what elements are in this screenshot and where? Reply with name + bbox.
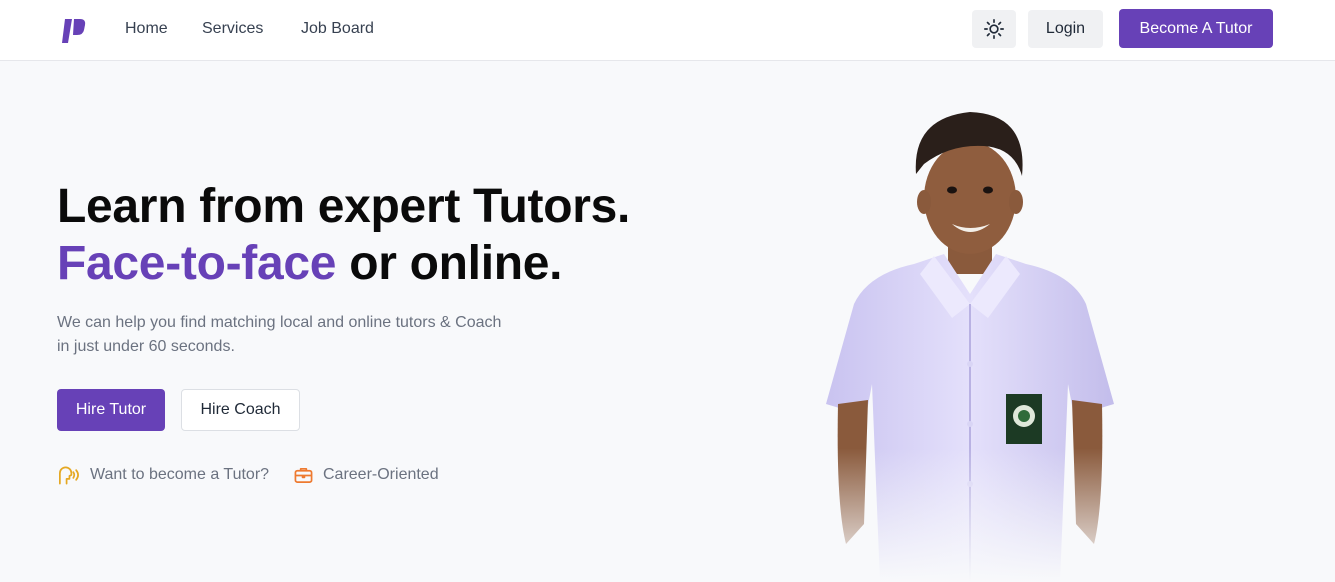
hire-tutor-button[interactable]: Hire Tutor [57, 389, 165, 431]
feature-career-oriented[interactable]: Career-Oriented [294, 464, 439, 486]
hero-title: Learn from expert Tutors. Face-to-face o… [57, 178, 630, 292]
theme-toggle-button[interactable] [972, 10, 1016, 48]
hero-title-line1: Learn from expert Tutors. [57, 180, 631, 233]
nav-link-home[interactable]: Home [125, 19, 168, 39]
student-photo [824, 104, 1116, 582]
brand-logo-icon[interactable] [60, 16, 86, 44]
hire-coach-button[interactable]: Hire Coach [181, 389, 300, 431]
nav-link-services[interactable]: Services [202, 19, 263, 39]
feature-label: Want to become a Tutor? [90, 466, 270, 483]
speaking-person-icon [59, 466, 79, 485]
hero-title-accent: Face-to-face [57, 237, 337, 290]
become-tutor-button[interactable]: Become A Tutor [1119, 9, 1273, 48]
feature-label: Career-Oriented [323, 466, 439, 483]
sun-icon [984, 19, 1004, 39]
feature-become-tutor[interactable]: Want to become a Tutor? [57, 464, 269, 486]
nav-link-job-board[interactable]: Job Board [301, 19, 374, 39]
briefcase-icon [294, 467, 313, 483]
login-button[interactable]: Login [1028, 10, 1103, 48]
hero-subtitle: We can help you find matching local and … [57, 314, 502, 355]
hero-title-line2: or online. [336, 237, 563, 290]
navbar: Home Services Job Board Login Become A T… [0, 0, 1335, 61]
